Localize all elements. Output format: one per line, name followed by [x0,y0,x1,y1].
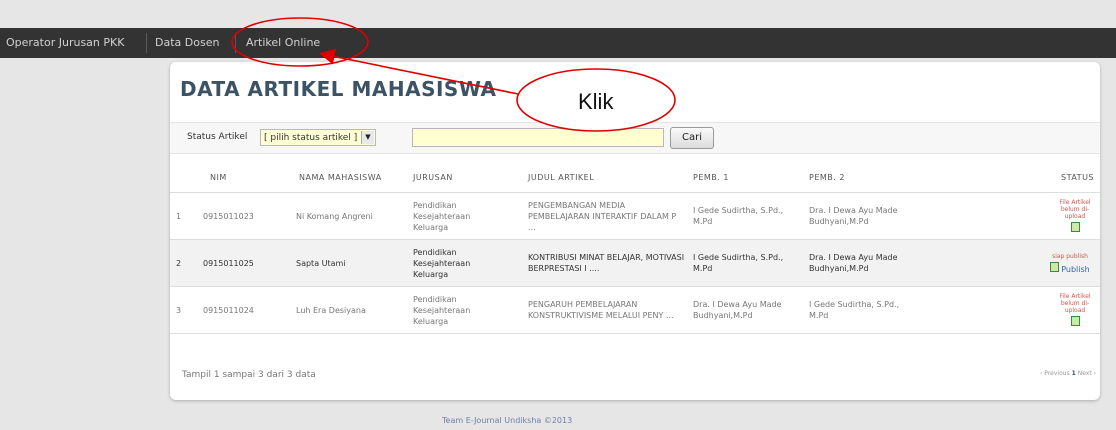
annotation-arrow [318,48,529,97]
callout-text: Klik [578,89,614,114]
annotation-overlay: Klik [231,17,676,132]
